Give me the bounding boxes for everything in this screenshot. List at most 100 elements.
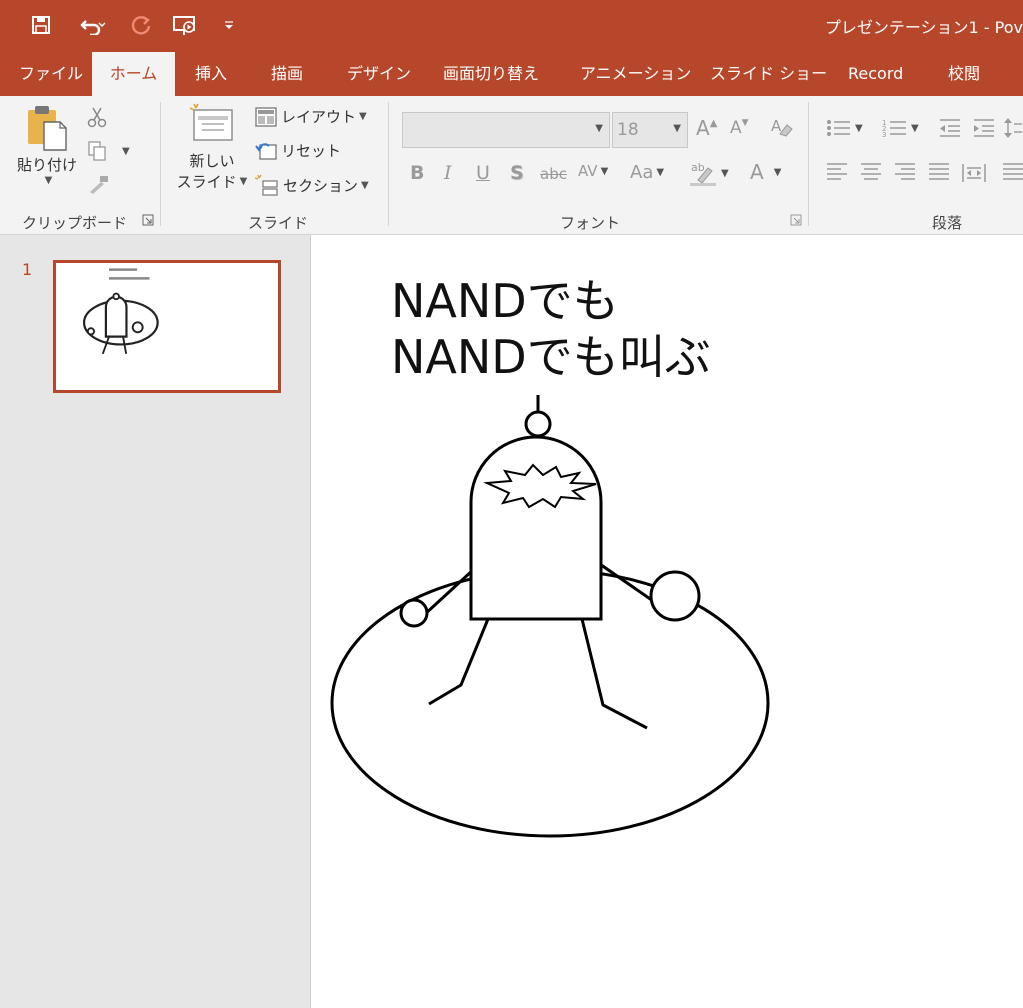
customize-qat-button[interactable] [220,10,238,40]
columns-button[interactable] [1002,162,1023,182]
tab-transitions[interactable]: 画面切り替え [443,52,539,96]
chevron-down-icon: ▼ [239,176,248,187]
underline-button[interactable]: U [476,162,490,184]
shrink-font-button[interactable]: A ▼ [730,118,749,138]
chevron-down-icon: ▼ [361,179,369,191]
tab-slideshow[interactable]: スライド ショー [710,52,827,96]
italic-button[interactable]: I [444,162,452,184]
tab-design[interactable]: デザイン [347,52,411,96]
tab-file[interactable]: ファイル [19,52,83,96]
robot-drawing[interactable] [311,235,1023,1008]
increase-indent-button[interactable] [972,118,996,138]
robot-right-hand[interactable] [649,570,701,622]
paste-label: 貼り付け [16,156,77,174]
ribbon-tab-bar: ファイル ホーム 挿入 描画 デザイン 画面切り替え アニメーション スライド … [0,52,1023,96]
bullets-button[interactable]: ▼ [826,118,863,138]
tab-animations[interactable]: アニメーション [580,52,691,96]
section-button[interactable]: セクション ▼ [255,174,369,196]
line-spacing-button[interactable] [1004,116,1022,140]
slide-number: 1 [22,260,33,279]
font-dialog-launcher[interactable] [790,214,802,226]
copy-icon [88,141,106,161]
highlighter-icon: ab [690,161,716,186]
tab-review[interactable]: 校閲 [948,52,980,96]
new-slide-label-2: スライド [176,173,237,191]
strikethrough-button[interactable]: abc [540,165,567,183]
undo-icon [80,20,106,35]
start-slideshow-button[interactable] [170,10,200,40]
character-spacing-label: AV [578,162,598,180]
align-center-icon [861,163,881,180]
robot-body[interactable] [469,435,603,621]
numbered-list-icon: 1 2 3 [882,119,906,138]
clear-formatting-button[interactable]: A [770,116,794,138]
svg-text:A: A [771,117,782,135]
font-color-button[interactable]: A ▼ [750,160,781,184]
new-slide-label-1: 新しい [189,152,235,170]
title-bar: プレゼンテーション1 - Pov [0,0,1023,52]
redo-button[interactable] [128,10,154,40]
layout-button[interactable]: レイアウト ▼ [255,106,367,127]
save-button[interactable] [28,10,54,40]
slide-thumbnail[interactable] [53,260,281,393]
layout-label: レイアウト [281,108,357,126]
align-center-button[interactable] [860,162,882,182]
line-spacing-icon [1004,118,1022,138]
grow-font-button[interactable]: A ▲ [696,116,717,140]
italic-label: I [444,162,452,184]
bold-label: B [410,162,425,184]
reset-button[interactable]: リセット [255,140,341,161]
slide-canvas[interactable]: NANDでも NANDでも叫ぶ [311,235,1023,1008]
align-right-button[interactable] [894,162,916,182]
tab-record[interactable]: Record [848,52,903,96]
ribbon: 貼り付け ▼ ▼ クリップボード 新しい スライド ▼ レイアウト ▼ リセット… [0,96,1023,235]
justify-icon [929,163,949,180]
change-case-button[interactable]: Aa ▼ [630,162,664,183]
chevron-down-icon: ▼ [656,167,665,178]
slide-thumbnail-preview [82,268,159,355]
highlight-button[interactable]: ab ▼ [690,160,729,186]
tab-home[interactable]: ホーム [92,52,175,96]
save-icon [32,16,50,34]
font-name-combobox[interactable]: ▼ [402,112,610,148]
text-shadow-button[interactable]: S [510,162,524,184]
underline-label: U [476,162,490,184]
chevron-down-icon: ▼ [600,165,609,177]
format-painter-button[interactable] [86,174,110,196]
new-slide-button[interactable]: 新しい スライド ▼ [176,102,248,206]
chevron-down-icon: ▼ [359,111,367,122]
chevron-down-icon: ▼ [721,167,729,179]
ribbon-separator [160,102,161,226]
chevron-down-icon: ▼ [911,122,919,134]
slide-thumbnail-pane: 1 [0,235,311,1008]
ribbon-separator [388,102,389,226]
bold-button[interactable]: B [410,162,424,184]
tab-insert[interactable]: 挿入 [195,52,227,96]
numbering-button[interactable]: 1 2 3 ▼ [882,118,919,138]
ribbon-separator [808,102,809,226]
chevron-down-icon: ▼ [595,123,603,134]
tab-draw[interactable]: 描画 [271,52,303,96]
columns-icon [1003,163,1023,180]
align-left-icon [827,163,847,180]
clipboard-dialog-launcher[interactable] [142,214,154,226]
shrink-font-label: A [730,118,742,138]
paste-button[interactable]: 貼り付け ▼ [14,104,80,200]
undo-button[interactable] [72,10,114,40]
font-size-combobox[interactable]: 18 ▼ [612,112,688,148]
robot-left-hand[interactable] [399,598,429,628]
font-group-label: フォント [560,214,621,232]
decrease-indent-icon [940,119,960,137]
distributed-button[interactable] [962,162,986,184]
reset-label: リセット [281,142,342,160]
justify-button[interactable] [928,162,950,182]
cut-button[interactable] [86,106,108,128]
align-left-button[interactable] [826,162,848,182]
decrease-indent-button[interactable] [938,118,962,138]
chevron-down-icon: ▼ [122,145,130,157]
character-spacing-button[interactable]: AV ▼ [578,162,608,180]
robot-antenna-ball[interactable] [524,410,552,438]
font-size-value: 18 [617,120,639,140]
copy-button[interactable]: ▼ [86,140,130,162]
chevron-down-icon: ▼ [773,166,782,178]
